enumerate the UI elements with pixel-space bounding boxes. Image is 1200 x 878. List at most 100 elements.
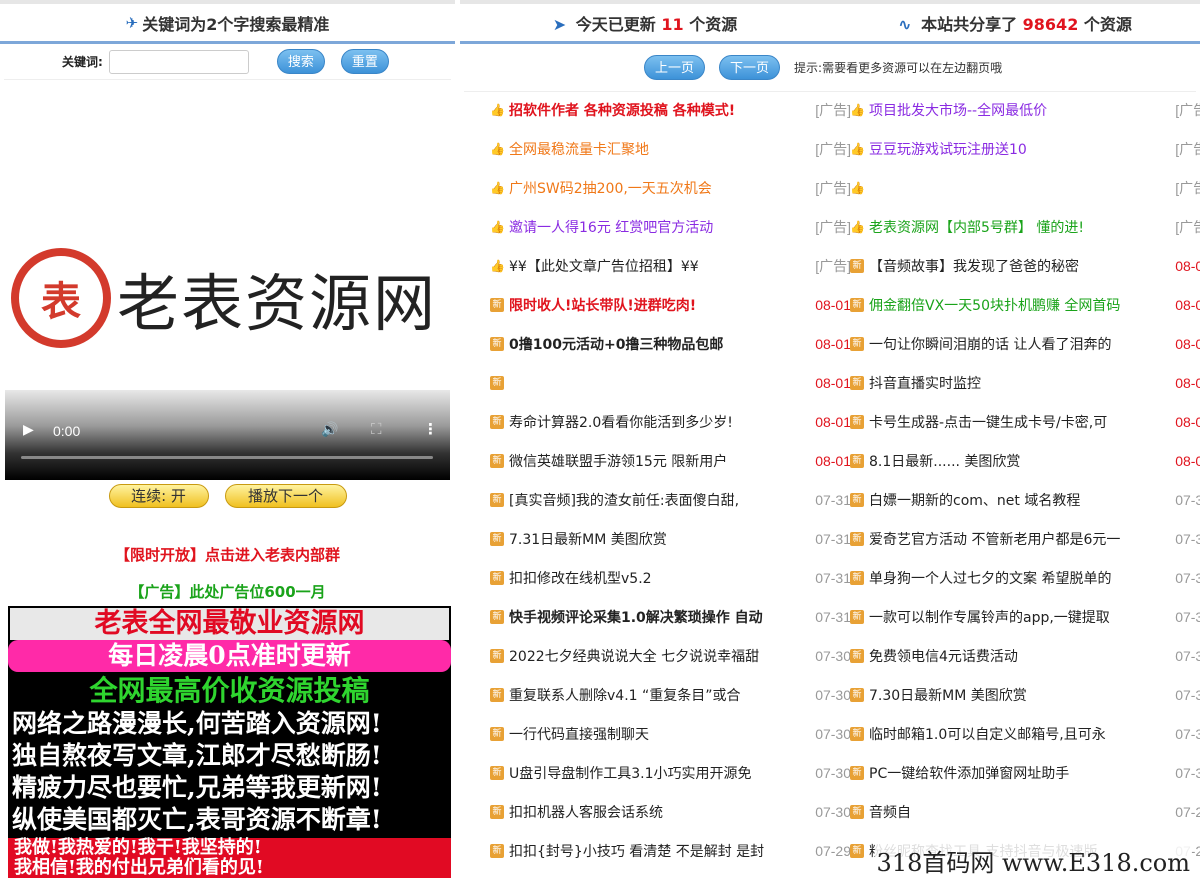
list-item[interactable]: 新一款可以制作专属铃声的app,一键提取 07-31 <box>850 597 1200 636</box>
list-item[interactable]: 新一行代码直接强制聊天 07-30 <box>490 714 860 753</box>
list-item[interactable]: 👍 ¥¥【此处文章广告位招租】¥¥ [广告] <box>490 246 860 285</box>
list-item-title[interactable]: 一句让你瞬间泪崩的话 让人看了泪奔的 <box>869 334 1149 354</box>
list-item-title[interactable]: 邀请一人得16元 红赏吧官方活动 <box>509 217 789 237</box>
list-item[interactable]: 新 8.1日最新...... 美图欣赏 08-01 <box>850 441 1200 480</box>
list-item[interactable]: 新【音频故事】我发现了爸爸的秘密 08-01 <box>850 246 1200 285</box>
next-page-button[interactable]: 下一页 <box>719 55 781 80</box>
list-item[interactable]: 新 PC一键给软件添加弹窗网址助手 07-30 <box>850 753 1200 792</box>
list-item-title[interactable]: 寿命计算器2.0看看你能活到多少岁! <box>509 412 789 432</box>
list-item-title[interactable]: 音频自 <box>869 802 1149 822</box>
list-item[interactable]: 新佣金翻倍VX一天50块扑机鹏赚 全网首码 08-01 <box>850 285 1200 324</box>
fullscreen-icon[interactable]: ⛶ <box>371 420 382 438</box>
list-item[interactable]: 新限时收人!站长带队!进群吃肉! 08-01 <box>490 285 860 324</box>
new-badge-icon: 新 <box>850 570 864 585</box>
list-item[interactable]: 👍 豆豆玩游戏试玩注册送10 [广告] <box>850 129 1200 168</box>
video-progress-bar[interactable] <box>21 456 433 459</box>
list-item-title[interactable]: 扣扣机器人客服会话系统 <box>509 802 789 822</box>
list-item-title[interactable]: 7.31日最新MM 美图欣赏 <box>509 529 789 549</box>
list-item[interactable]: 新 U盘引导盘制作工具3.1小巧实用开源免 07-30 <box>490 753 860 792</box>
list-item-title[interactable]: 8.1日最新...... 美图欣赏 <box>869 451 1149 471</box>
reset-button[interactable]: 重置 <box>340 49 389 74</box>
list-item-title[interactable]: 一行代码直接强制聊天 <box>509 724 789 744</box>
list-item-title[interactable]: 临时邮箱1.0可以自定义邮箱号,且可永 <box>869 724 1149 744</box>
video-player[interactable]: ▶ 0:00 🔊 ⛶ ⋮ <box>5 390 450 480</box>
list-item-title[interactable]: 广州SW码2抽200,一天五次机会 <box>509 178 789 198</box>
list-item-title[interactable]: 项目批发大市场--全网最低价 <box>869 100 1149 120</box>
list-item[interactable]: 新扣扣{封号}小技巧 看清楚 不是解封 是封 07-29 <box>490 831 860 870</box>
list-item[interactable]: 新 7.30日最新MM 美图欣赏 07-30 <box>850 675 1200 714</box>
volume-icon[interactable]: 🔊 <box>321 422 338 438</box>
list-item-title[interactable]: U盘引导盘制作工具3.1小巧实用开源免 <box>509 763 789 783</box>
list-item[interactable]: 👍 [广告] <box>850 168 1200 207</box>
new-badge-icon: 新 <box>490 648 504 663</box>
list-item[interactable]: 新卡号生成器-点击一键生成卡号/卡密,可 08-01 <box>850 402 1200 441</box>
internal-group-link[interactable]: 【限时开放】点击进入老表内部群 <box>0 544 455 565</box>
list-item[interactable]: 新 [真实音频]我的渣女前任:表面傻白甜, 07-31 <box>490 480 860 519</box>
play-icon[interactable]: ▶ <box>23 422 34 438</box>
list-item-title[interactable]: 白嫖一期新的com、net 域名教程 <box>869 490 1149 510</box>
list-item-title[interactable]: 卡号生成器-点击一键生成卡号/卡密,可 <box>869 412 1149 432</box>
list-item-title[interactable]: 2022七夕经典说说大全 七夕说说幸福甜 <box>509 646 789 666</box>
continuous-play-button[interactable]: 连续: 开 <box>108 484 209 508</box>
list-item-title[interactable]: 重复联系人删除v4.1 “重复条目”或合 <box>509 685 789 705</box>
list-item[interactable]: 新寿命计算器2.0看看你能活到多少岁! 08-01 <box>490 402 860 441</box>
play-next-button[interactable]: 播放下一个 <box>224 484 347 508</box>
list-item[interactable]: 新扣扣机器人客服会话系统 07-30 <box>490 792 860 831</box>
list-item[interactable]: 👍 老表资源网【内部5号群】 懂的进! [广告] <box>850 207 1200 246</box>
banner-line: 纵使美国都灭亡,表哥资源不断章! <box>12 805 382 834</box>
list-item[interactable]: 新抖音直播实时监控 08-01 <box>850 363 1200 402</box>
list-item-title[interactable]: 扣扣修改在线机型v5.2 <box>509 568 789 588</box>
list-item-title[interactable]: 佣金翻倍VX一天50块扑机鹏赚 全网首码 <box>869 295 1149 315</box>
list-item-title[interactable]: 单身狗一个人过七夕的文案 希望脱单的 <box>869 568 1149 588</box>
list-item-title[interactable]: 扣扣{封号}小技巧 看清楚 不是解封 是封 <box>509 841 789 861</box>
list-item[interactable]: 👍 全网最稳流量卡汇聚地 [广告] <box>490 129 860 168</box>
list-item[interactable]: 新单身狗一个人过七夕的文案 希望脱单的 07-31 <box>850 558 1200 597</box>
list-item-title[interactable]: 抖音直播实时监控 <box>869 373 1149 393</box>
list-item[interactable]: 新白嫖一期新的com、net 域名教程 07-31 <box>850 480 1200 519</box>
search-button[interactable]: 搜索 <box>276 49 325 74</box>
list-item[interactable]: 新音频自 07-29 <box>850 792 1200 831</box>
list-item[interactable]: 新 7.31日最新MM 美图欣赏 07-31 <box>490 519 860 558</box>
list-item[interactable]: 新免费领电信4元话费活动 07-30 <box>850 636 1200 675</box>
list-item[interactable]: 新临时邮箱1.0可以自定义邮箱号,且可永 07-30 <box>850 714 1200 753</box>
ad-tag: [广告] <box>1175 140 1200 157</box>
list-item[interactable]: 👍 广州SW码2抽200,一天五次机会 [广告] <box>490 168 860 207</box>
list-item[interactable]: 新一句让你瞬间泪崩的话 让人看了泪奔的 08-01 <box>850 324 1200 363</box>
promo-banner[interactable]: 老表全网最敬业资源网 每日凌晨0点准时更新 全网最高价收资源投稿 网络之路漫漫长… <box>8 606 451 878</box>
list-item[interactable]: 新重复联系人删除v4.1 “重复条目”或合 07-30 <box>490 675 860 714</box>
list-item[interactable]: 👍 项目批发大市场--全网最低价 [广告] <box>850 90 1200 129</box>
list-item-title[interactable]: 7.30日最新MM 美图欣赏 <box>869 685 1149 705</box>
list-item-title[interactable]: [真实音频]我的渣女前任:表面傻白甜, <box>509 490 789 510</box>
search-input[interactable] <box>108 49 249 74</box>
list-item[interactable]: 新 0撸100元活动+0撸三种物品包邮 08-01 <box>490 324 860 363</box>
list-item-title[interactable]: 全网最稳流量卡汇聚地 <box>509 139 789 159</box>
list-item-title[interactable]: ¥¥【此处文章广告位招租】¥¥ <box>509 256 789 276</box>
list-item-title[interactable]: 【音频故事】我发现了爸爸的秘密 <box>869 256 1149 276</box>
list-item[interactable]: 新 2022七夕经典说说大全 七夕说说幸福甜 07-30 <box>490 636 860 675</box>
list-item[interactable]: 新微信英雄联盟手游领15元 限新用户 08-01 <box>490 441 860 480</box>
list-item[interactable]: 新扣扣修改在线机型v5.2 07-31 <box>490 558 860 597</box>
list-item[interactable]: 新爱奇艺官方活动 不管新老用户都是6元一 07-31 <box>850 519 1200 558</box>
ad-slot-text[interactable]: 【广告】此处广告位600一月 <box>0 581 455 602</box>
list-item-title[interactable]: 一款可以制作专属铃声的app,一键提取 <box>869 607 1149 627</box>
list-item-title[interactable]: 微信英雄联盟手游领15元 限新用户 <box>509 451 789 471</box>
new-badge-icon: 新 <box>490 375 504 390</box>
new-badge-icon: 新 <box>850 453 864 468</box>
list-item-title[interactable]: 招软件作者 各种资源投稿 各种模式! <box>509 100 789 120</box>
list-item-title[interactable]: 豆豆玩游戏试玩注册送10 <box>869 139 1149 159</box>
list-item-title[interactable]: 0撸100元活动+0撸三种物品包邮 <box>509 334 789 354</box>
thumbs-up-icon: 👍 <box>490 180 505 195</box>
list-item-title[interactable]: 免费领电信4元话费活动 <box>869 646 1149 666</box>
list-item[interactable]: 👍 邀请一人得16元 红赏吧官方活动 [广告] <box>490 207 860 246</box>
list-item-title[interactable]: 爱奇艺官方活动 不管新老用户都是6元一 <box>869 529 1149 549</box>
more-options-icon[interactable]: ⋮ <box>423 420 438 438</box>
list-item-title[interactable]: 快手视频评论采集1.0解决繁琐操作 自动 <box>509 607 789 627</box>
list-item-title[interactable]: 老表资源网【内部5号群】 懂的进! <box>869 217 1149 237</box>
list-item-title[interactable]: 限时收人!站长带队!进群吃肉! <box>509 295 789 315</box>
list-item[interactable]: 新 08-01 <box>490 363 860 402</box>
list-item[interactable]: 👍 招软件作者 各种资源投稿 各种模式! [广告] <box>490 90 860 129</box>
list-item[interactable]: 新快手视频评论采集1.0解决繁琐操作 自动 07-31 <box>490 597 860 636</box>
shared-count: 98642 <box>1022 14 1079 34</box>
list-item-title[interactable]: PC一键给软件添加弹窗网址助手 <box>869 763 1149 783</box>
prev-page-button[interactable]: 上一页 <box>644 55 706 80</box>
